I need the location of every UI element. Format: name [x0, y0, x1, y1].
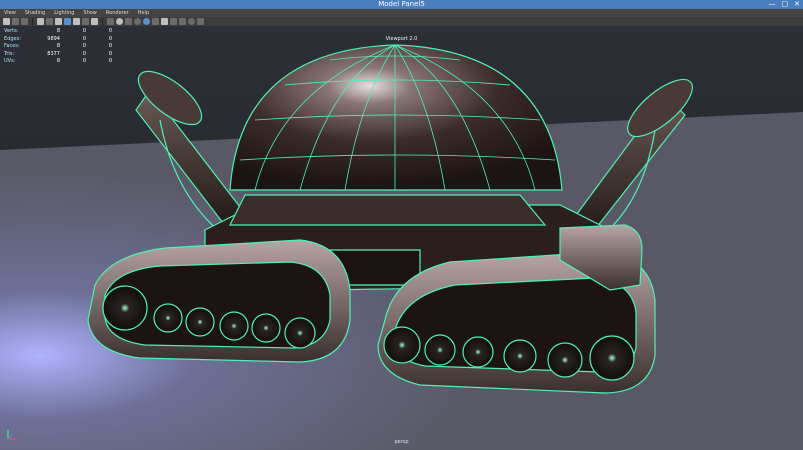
texture-icon[interactable]: [73, 18, 80, 25]
hud-row: Faces: 8 0 0: [4, 43, 112, 51]
hud-value: 0: [82, 43, 86, 49]
menu-lighting[interactable]: Lighting: [54, 9, 74, 17]
hud-value: 0: [82, 58, 86, 64]
menu-show[interactable]: Show: [83, 9, 97, 17]
select-icon[interactable]: [3, 18, 10, 25]
isolate-icon[interactable]: [107, 18, 114, 25]
maya-model-panel: Model Panel5 — □ ✕ View Shading Lighting…: [0, 0, 803, 450]
shadow-icon[interactable]: [91, 18, 98, 25]
menu-view[interactable]: View: [4, 9, 16, 17]
road-wheel: [284, 317, 316, 349]
minimize-button[interactable]: —: [769, 0, 776, 9]
road-wheel: [153, 303, 183, 333]
road-wheel: [589, 335, 635, 381]
menu-help[interactable]: Help: [138, 9, 149, 17]
hud-value: 0: [82, 50, 86, 57]
ambient-occlusion-icon[interactable]: [179, 18, 186, 25]
road-wheel: [383, 326, 421, 364]
road-wheel: [503, 339, 537, 373]
hud-value: 8: [56, 28, 60, 34]
hud-value: 0: [108, 58, 112, 64]
hud-label: Faces:: [4, 43, 20, 49]
xray-icon[interactable]: [116, 18, 123, 25]
toolbar-divider: [102, 18, 103, 25]
safe-action-icon[interactable]: [152, 18, 159, 25]
camera-name: persp: [394, 439, 409, 445]
hud-value: 8377: [47, 50, 60, 57]
road-wheel: [185, 307, 215, 337]
smooth-shade-icon[interactable]: [64, 18, 71, 25]
hud-value: 8: [56, 43, 60, 49]
road-wheel: [424, 334, 456, 366]
hud-label: Tris:: [4, 50, 15, 57]
anti-alias-icon[interactable]: [197, 18, 204, 25]
axis-gizmo-icon: [7, 430, 17, 440]
field-chart-icon[interactable]: [143, 18, 150, 25]
safe-title-icon[interactable]: [161, 18, 168, 25]
window-title: Model Panel5: [378, 0, 425, 8]
hud-label: UVs:: [4, 58, 16, 64]
camera-icon[interactable]: [37, 18, 44, 25]
renderer-label: Viewport 2.0: [385, 36, 418, 42]
hud-label: Verts:: [4, 28, 19, 34]
panel-toolbar: [0, 17, 803, 26]
light-icon[interactable]: [82, 18, 89, 25]
hud-value: 0: [108, 43, 112, 49]
viewport-3d[interactable]: [0, 26, 803, 450]
toolbar-divider: [32, 18, 33, 25]
hud-row: UVs: 8 0 0: [4, 58, 112, 66]
grid-icon[interactable]: [46, 18, 53, 25]
poly-count-hud: Verts: 8 0 0 Edges: 9894 0 0 Faces: 8 0 …: [4, 28, 112, 66]
hud-value: 0: [108, 50, 112, 57]
display-layer-icon[interactable]: [170, 18, 177, 25]
road-wheel: [251, 313, 281, 343]
panel-menu-bar: View Shading Lighting Show Renderer Help: [0, 9, 803, 17]
hud-value: 8: [56, 58, 60, 64]
road-wheel: [462, 336, 494, 368]
hud-value: 0: [108, 28, 112, 34]
hud-value: 0: [82, 28, 86, 34]
road-wheel: [547, 342, 583, 378]
hud-row: Verts: 8 0 0: [4, 28, 112, 36]
menu-shading[interactable]: Shading: [25, 9, 45, 17]
maximize-button[interactable]: □: [782, 0, 789, 9]
road-wheel: [219, 311, 249, 341]
hud-row: Tris: 8377 0 0: [4, 51, 112, 59]
road-wheel: [102, 285, 148, 331]
title-bar: Model Panel5 — □ ✕: [0, 0, 803, 9]
left-track: [87, 239, 351, 363]
menu-renderer[interactable]: Renderer: [106, 9, 129, 17]
motion-blur-icon[interactable]: [188, 18, 195, 25]
wireframe-icon[interactable]: [55, 18, 62, 25]
gate-mask-icon[interactable]: [134, 18, 141, 25]
lasso-icon[interactable]: [12, 18, 19, 25]
close-button[interactable]: ✕: [794, 0, 800, 9]
resolution-gate-icon[interactable]: [125, 18, 132, 25]
paint-icon[interactable]: [21, 18, 28, 25]
